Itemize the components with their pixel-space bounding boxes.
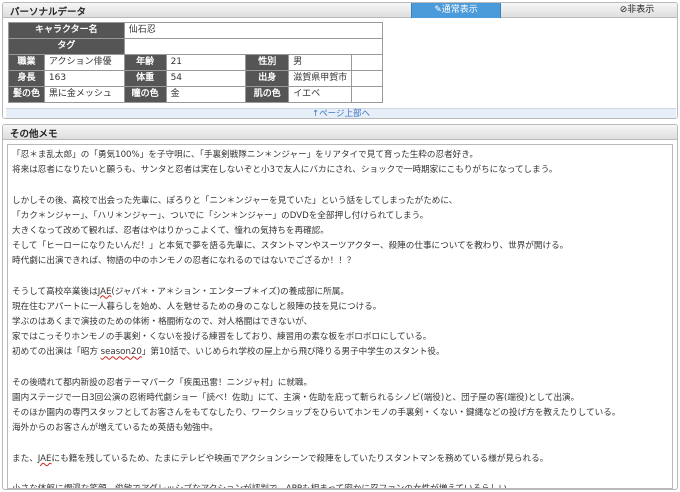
profile-table: キャラクター名 仙石忍 タグ 職業 アクション俳優 年齢 21 性別 男 身長 … (8, 22, 383, 103)
label-job: 職業 (9, 55, 45, 70)
memo-line: 初めての出演は「昭方 season20」第10話で、いじめられ学校の屋上から飛び… (12, 345, 668, 360)
memo-line: 「カク＊ンジャー」、「ハリ＊ンジャー」、ついでに「シン＊ンジャー」のDVDを全部… (12, 210, 429, 221)
memo-text-area: 「忍＊ま乱太郎」の「勇気100%」を子守唄に、「手裏剣戦隊ニン＊ンジャー」をリア… (7, 144, 673, 489)
memo-line: 小さな体躯に爛漫な笑顔、俊敏でアグレッシブなアクションが評判で、APPも相まって… (12, 482, 668, 488)
memo-line: そうして高校卒業後はJAE(ジャパ＊・ア＊ション・エンタープ＊イズ)の養成部に所… (12, 285, 668, 300)
value-height: 163 (45, 71, 125, 86)
value-gender: 男 (289, 55, 353, 70)
value-skin-color: イエベ (289, 87, 353, 102)
normal-view-tab[interactable]: ✎通常表示 (411, 3, 501, 18)
label-skin-color: 肌の色 (246, 87, 290, 102)
other-memo-title: その他メモ (10, 129, 58, 140)
blank-cell (352, 55, 383, 70)
value-hair-color: 黒に金メッシュ (45, 87, 125, 102)
label-character-name: キャラクター名 (9, 23, 125, 38)
memo-line (12, 361, 668, 376)
value-weight: 54 (167, 71, 247, 86)
other-memo-header: その他メモ (3, 125, 677, 140)
spellcheck-word: JAE (97, 286, 112, 297)
label-age: 年齢 (124, 55, 167, 70)
value-job: アクション俳優 (45, 55, 125, 70)
memo-text: そうして高校卒業後は (12, 286, 98, 297)
memo-line: 家ではこっそりホンモノの手裏剣・くないを投げる練習をしており、練習用の素な板をボ… (12, 332, 432, 343)
memo-line: 園内ステージで一日3回公演の忍術時代劇ショー「読べ！佐助」にて、主演・佐助を庇っ… (12, 393, 580, 403)
personal-data-panel: パーソナルデータ ✎通常表示 ⊘非表示 キャラクター名 仙石忍 タグ 職業 アク… (2, 2, 678, 119)
personal-data-header: パーソナルデータ ✎通常表示 ⊘非表示 (3, 3, 677, 18)
label-origin: 出身 (246, 71, 290, 86)
memo-text: (ジャパ＊・ア＊ション・エンタープ＊イズ)の養成部に所属。 (111, 286, 349, 297)
value-origin: 滋賀県甲賀市 (289, 71, 353, 86)
profile-row-name: キャラクター名 仙石忍 (9, 23, 383, 39)
memo-line (12, 178, 668, 193)
memo-line: 時代劇に出演できれば、物語の中のホンモノの忍者になれるのではないでござるか！！？ (12, 256, 356, 267)
memo-line: 大きくなって改めて観れば、忍者はやはりかっこよくて、憧れの気持ちを再確認。 (12, 225, 329, 236)
memo-line: 現在住むアパートに一人暮らしを始め、人を魅せるための身のこなしと殺陣の技を見につ… (12, 301, 382, 312)
memo-line: また、JAEにも籍を残しているため、たまにテレビや映画でアクションシーンで殺陣を… (12, 452, 668, 467)
memo-text: また、 (12, 453, 38, 464)
value-tag (125, 39, 383, 54)
page-top-link[interactable]: ↑ページ上部へ (6, 108, 676, 118)
memo-line: その後晴れて都内新設の忍者テーマパーク「疾風迅雷！ニンジャ村」に就職。 (12, 377, 313, 388)
spellcheck-word: JAE (37, 453, 52, 464)
memo-line: 海外からのお客さんが増えているため英語も勉強中。 (12, 423, 218, 434)
profile-row-height: 身長 163 体重 54 出身 滋賀県甲賀市 (9, 71, 383, 87)
other-memo-panel: その他メモ 「忍＊ま乱太郎」の「勇気100%」を子守唄に、「手裏剣戦隊ニン＊ンジ… (2, 124, 678, 490)
memo-line: しかしその後、高校で出会った先輩に、ぽろりと「ニン＊ンジャーを見ていた」という話… (12, 195, 458, 206)
memo-line: そして「ヒーローになりたいんだ！」と本気で夢を語る先輩に、スタントマンやスーツア… (12, 241, 569, 252)
memo-line (12, 437, 668, 452)
spellcheck-word: season20 (100, 347, 142, 358)
profile-row-tag: タグ (9, 39, 383, 55)
label-gender: 性別 (246, 55, 290, 70)
label-eye-color: 瞳の色 (124, 87, 167, 102)
memo-text: 」第10話で、いじめられ学校の屋上から飛び降りる男子中学生のスタント役。 (141, 347, 445, 358)
memo-line (12, 270, 668, 285)
memo-line (12, 467, 668, 482)
memo-text: にも籍を残しているため、たまにテレビや映画でアクションシーンで殺陣をしていたりス… (51, 453, 549, 464)
label-tag: タグ (9, 39, 125, 54)
label-height: 身長 (9, 71, 45, 86)
personal-data-title: パーソナルデータ (10, 7, 87, 18)
memo-text: 初めての出演は「昭方 (12, 347, 101, 358)
memo-line: 「忍＊ま乱太郎」の「勇気100%」を子守唄に、「手裏剣戦隊ニン＊ンジャー」をリア… (12, 150, 479, 160)
blank-cell (352, 87, 383, 102)
hide-tab[interactable]: ⊘非表示 (595, 3, 677, 18)
label-hair-color: 髪の色 (9, 87, 45, 102)
memo-line: 学ぶのはあくまで演技のための体術・格闘術なので、対人格闘はできないが、 (12, 317, 313, 328)
memo-line: 将来は忍者になりたいと願うも、サンタと忍者は実在しないぞと小3で友人にバカにされ… (12, 165, 558, 176)
value-character-name: 仙石忍 (125, 23, 383, 38)
label-weight: 体重 (124, 71, 167, 86)
value-age: 21 (167, 55, 247, 70)
profile-row-hair: 髪の色 黒に金メッシュ 瞳の色 金 肌の色 イエベ (9, 87, 383, 103)
profile-row-job: 職業 アクション俳優 年齢 21 性別 男 (9, 55, 383, 71)
value-eye-color: 金 (167, 87, 247, 102)
blank-cell (352, 71, 383, 86)
memo-line: そのほか園内の専門スタッフとしてお客さんをもてなしたり、ワークショップをひらいて… (12, 408, 621, 419)
